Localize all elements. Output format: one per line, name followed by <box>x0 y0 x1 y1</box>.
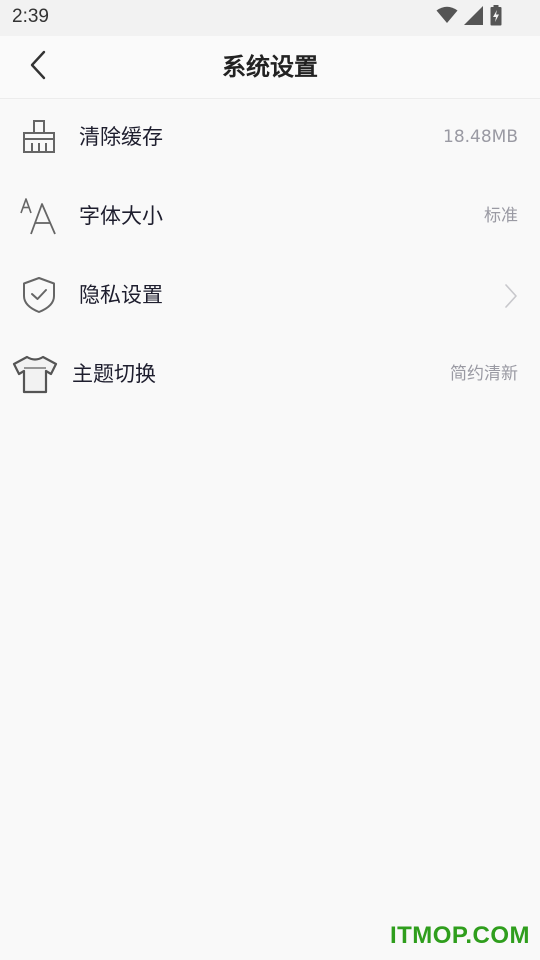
theme-value: 简约清新 <box>450 364 518 384</box>
app-bar: 系统设置 <box>0 36 540 99</box>
chevron-left-icon <box>29 50 47 84</box>
wifi-icon <box>436 6 458 28</box>
settings-item-clear-cache[interactable]: 清除缓存 18.48MB <box>0 98 540 177</box>
status-bar: 2:39 <box>0 0 540 36</box>
settings-item-privacy[interactable]: 隐私设置 <box>0 256 540 335</box>
page-title: 系统设置 <box>222 53 318 81</box>
font-size-icon <box>20 197 58 235</box>
battery-charging-icon <box>490 4 502 30</box>
settings-list: 清除缓存 18.48MB 字体大小 标准 隐私设置 主题切换 简约清新 <box>0 98 540 414</box>
clear-cache-label: 清除缓存 <box>79 125 163 149</box>
cell-signal-icon <box>464 5 484 29</box>
broom-icon <box>20 118 58 156</box>
tshirt-icon <box>12 355 58 394</box>
cache-size-value: 18.48MB <box>443 127 518 147</box>
font-size-value: 标准 <box>484 206 518 226</box>
watermark-logo: ITMOP.COM <box>389 922 530 949</box>
font-size-label: 字体大小 <box>79 204 163 228</box>
chevron-right-icon <box>504 283 518 309</box>
status-icons <box>436 4 502 30</box>
theme-label: 主题切换 <box>72 362 156 386</box>
shield-check-icon <box>20 276 58 314</box>
settings-item-theme[interactable]: 主题切换 简约清新 <box>0 335 540 414</box>
status-time: 2:39 <box>12 6 49 27</box>
settings-item-font-size[interactable]: 字体大小 标准 <box>0 177 540 256</box>
privacy-label: 隐私设置 <box>79 283 163 307</box>
back-button[interactable] <box>18 47 58 87</box>
